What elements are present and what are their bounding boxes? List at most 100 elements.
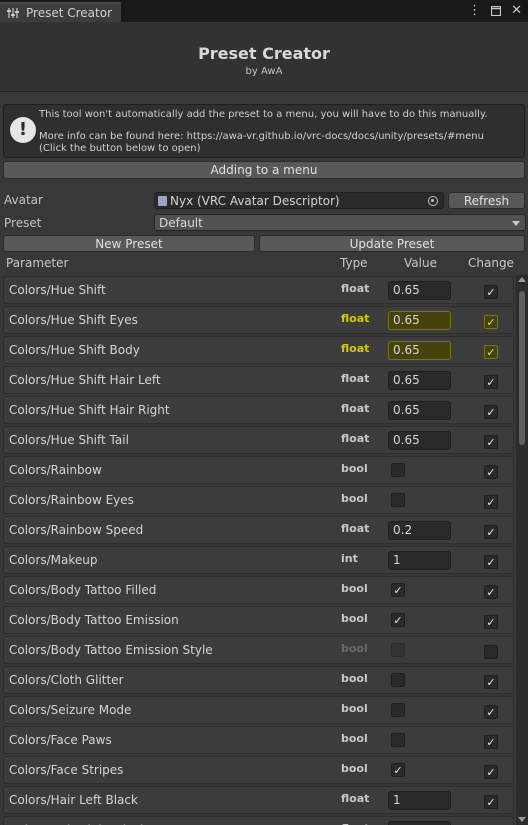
change-checkbox[interactable]: ✓ [484,465,498,479]
tab-title: Preset Creator [26,6,112,20]
change-checkbox[interactable]: ✓ [484,585,498,599]
change-checkbox[interactable]: ✓ [484,285,498,299]
change-checkbox[interactable]: ✓ [484,375,498,389]
value-checkbox[interactable]: ✓ [391,613,405,627]
change-checkbox[interactable]: ✓ [484,405,498,419]
avatar-label: Avatar [4,193,43,207]
parameter-type: bool [341,492,368,505]
change-checkbox[interactable]: ✓ [484,615,498,629]
parameter-type: bool [341,462,368,475]
table-row: Colors/Cloth Glitter bool ✓ [3,666,514,694]
table-row: Colors/Rainbow bool ✓ [3,456,514,484]
change-checkbox[interactable]: ✓ [484,315,498,329]
parameter-type: bool [341,702,368,715]
parameter-type: bool [341,672,368,685]
value-checkbox[interactable] [391,703,405,717]
value-field[interactable]: 0.65 [388,431,451,450]
value-field[interactable]: 0.65 [388,401,451,420]
change-checkbox[interactable]: ✓ [484,555,498,569]
value-checkbox[interactable]: ✓ [391,583,405,597]
value-checkbox [391,643,405,657]
change-checkbox[interactable] [484,645,498,659]
scroll-up-arrow-icon[interactable] [518,277,526,282]
value-field[interactable]: 0.65 [388,341,451,360]
preset-dropdown-value: Default [159,216,203,230]
object-picker-icon[interactable] [428,196,438,206]
header: Preset Creator by AwA [0,22,528,92]
value-field[interactable]: 0 [388,821,451,825]
page-subtitle: by AwA [245,66,283,77]
table-row: Colors/Makeup int 1 ✓ [3,546,514,574]
parameter-type: int [341,552,358,565]
parameter-type: float [341,312,370,325]
table-row: Colors/Body Tattoo Emission bool ✓ ✓ [3,606,514,634]
col-type: Type [340,256,368,270]
value-field[interactable]: 0.65 [388,371,451,390]
change-checkbox[interactable]: ✓ [484,705,498,719]
value-checkbox[interactable] [391,673,405,687]
preset-dropdown[interactable]: Default [154,214,526,231]
refresh-button[interactable]: Refresh [448,192,525,209]
parameter-name: Colors/Body Tattoo Emission Style [9,643,213,657]
new-preset-button[interactable]: New Preset [3,235,255,252]
value-field[interactable]: 0.65 [388,311,451,330]
scrollbar-thumb[interactable] [519,291,525,445]
value-field[interactable]: 0.65 [388,281,451,300]
parameter-type: float [341,402,370,415]
value-field[interactable]: 0.2 [388,521,451,540]
value-checkbox[interactable] [391,463,405,477]
table-row: Colors/Seizure Mode bool ✓ [3,696,514,724]
parameter-name: Colors/Hair Left Black [9,793,138,807]
parameter-name: Colors/Face Stripes [9,763,124,777]
parameter-name: Colors/Hue Shift Body [9,343,140,357]
change-checkbox[interactable]: ✓ [484,735,498,749]
close-icon[interactable]: ✕ [511,3,522,20]
table-row: Colors/Rainbow Speed float 0.2 ✓ [3,516,514,544]
info-line-2: More info can be found here: https://awa… [39,131,484,142]
parameter-name: Colors/Hue Shift Hair Left [9,373,161,387]
value-field[interactable]: 1 [388,791,451,810]
parameter-name: Colors/Hue Shift [9,283,106,297]
value-field[interactable]: 1 [388,551,451,570]
change-checkbox[interactable]: ✓ [484,435,498,449]
parameter-type: bool [341,732,368,745]
table-row: Colors/Hue Shift float 0.65 ✓ [3,276,514,304]
change-checkbox[interactable]: ✓ [484,495,498,509]
avatar-field[interactable]: Nyx (VRC Avatar Descriptor) [154,192,444,209]
change-checkbox[interactable]: ✓ [484,675,498,689]
chevron-down-icon [512,221,520,226]
more-options-icon[interactable]: ⋮ [468,3,481,20]
change-checkbox[interactable]: ✓ [484,795,498,809]
parameter-type: bool [341,582,368,595]
value-checkbox[interactable]: ✓ [391,763,405,777]
change-checkbox[interactable]: ✓ [484,345,498,359]
avatar-field-value: Nyx (VRC Avatar Descriptor) [170,194,340,208]
change-checkbox[interactable]: ✓ [484,765,498,779]
parameter-type: float [341,342,370,355]
window-titlebar: Preset Creator ⋮ ✕ [0,0,528,22]
update-preset-button[interactable]: Update Preset [259,235,525,252]
table-row: Colors/Hue Shift Hair Left float 0.65 ✓ [3,366,514,394]
parameter-name: Colors/Hue Shift Eyes [9,313,138,327]
value-checkbox[interactable] [391,493,405,507]
parameter-type: float [341,372,370,385]
parameter-type: float [341,522,370,535]
parameter-name: Colors/Body Tattoo Emission [9,613,179,627]
value-checkbox[interactable] [391,733,405,747]
table-row: Colors/Rainbow Eyes bool ✓ [3,486,514,514]
maximize-icon[interactable] [490,3,502,20]
parameter-type: float [341,792,370,805]
scroll-down-arrow-icon[interactable] [518,817,526,822]
parameter-list[interactable]: Colors/Hue Shift float 0.65 ✓ Colors/Hue Shi… [0,275,515,825]
parameter-name: Colors/Seizure Mode [9,703,132,717]
adding-to-menu-button[interactable]: Adding to a menu [3,161,525,179]
tab-preset-creator[interactable]: Preset Creator [0,2,121,22]
info-line-1: This tool won't automatically add the pr… [39,109,488,120]
parameter-type: float [341,282,370,295]
col-change: Change [468,256,514,270]
parameter-type: bool [341,762,368,775]
info-box: ! This tool won't automatically add the … [3,104,525,158]
change-checkbox[interactable]: ✓ [484,525,498,539]
avatar-descriptor-icon [158,196,167,206]
scrollbar[interactable] [516,275,528,825]
